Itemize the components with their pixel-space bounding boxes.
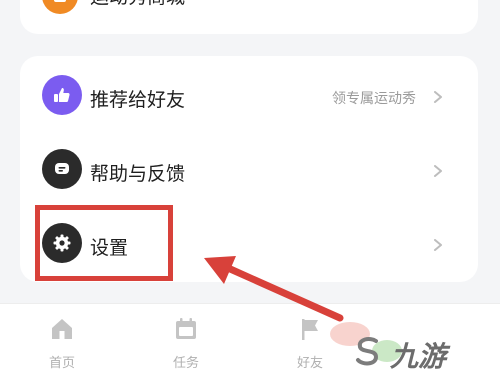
tab-tasks-label: 任务 [172,355,199,370]
top-card: 运动秀商城 [20,0,478,34]
thumbs-up-icon [42,75,82,115]
tab-home-label: 首页 [48,355,75,370]
calendar-icon [176,318,196,339]
chevron-right-icon [434,239,442,251]
menu-item-recommend-value: 领专属运动秀 [332,90,416,106]
menu-item-help-feedback[interactable]: 帮助与反馈 [20,134,478,204]
s-logo-icon [356,337,379,366]
tab-tasks[interactable]: 任务 [156,316,216,372]
menu-item-help-feedback-label: 帮助与反馈 [90,164,186,185]
chat-icon [42,149,82,189]
tab-home[interactable]: 首页 [32,316,92,372]
menu-item-recommend-label: 推荐给好友 [90,90,186,111]
tab-friends[interactable]: 好友 [280,316,340,372]
chevron-right-icon [434,165,442,177]
chevron-right-icon [434,91,442,103]
menu-item-shop[interactable]: 运动秀商城 [20,0,478,34]
flag-icon [302,319,318,340]
tab-friends-label: 好友 [296,355,323,370]
shop-icon [42,0,78,14]
home-icon [52,319,72,339]
settings-highlight-box [35,205,173,281]
watermark: 九游 [350,331,490,372]
watermark-text: 九游 [390,341,447,372]
menu-item-shop-label: 运动秀商城 [90,0,185,9]
menu-item-recommend[interactable]: 推荐给好友 领专属运动秀 [20,60,478,130]
